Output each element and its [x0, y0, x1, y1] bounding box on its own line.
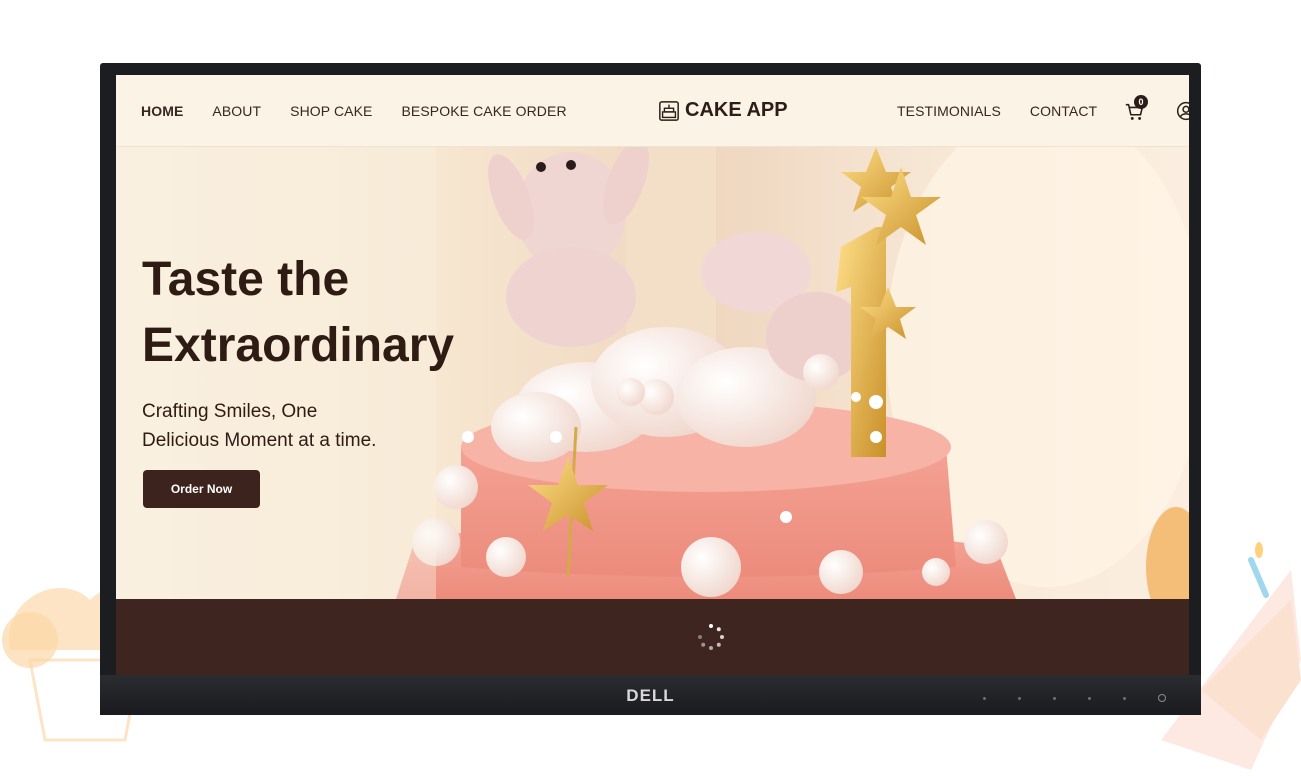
logo-text: CAKE APP	[685, 99, 788, 121]
browser-screen: HOME ABOUT SHOP CAKE BESPOKE CAKE ORDER …	[116, 75, 1189, 675]
hero-subtitle-line-1: Crafting Smiles, One	[142, 401, 318, 422]
nav-right-group: TESTIMONIALS CONTACT	[897, 103, 1097, 119]
nav-contact[interactable]: CONTACT	[1030, 103, 1097, 119]
monitor-button-dot	[983, 696, 986, 700]
nav-home[interactable]: HOME	[141, 103, 183, 119]
site-logo[interactable]: CAKE APP	[658, 99, 788, 122]
spinner-icon	[698, 624, 724, 650]
hero-title-line-2: Extraordinary	[142, 319, 455, 372]
monitor-bezel: DELL	[100, 675, 1201, 715]
monitor-button-dot	[1018, 696, 1021, 700]
monitor-button-dot	[1053, 696, 1056, 700]
loading-bar	[116, 599, 1189, 675]
top-navigation: HOME ABOUT SHOP CAKE BESPOKE CAKE ORDER …	[116, 75, 1189, 147]
nav-about[interactable]: ABOUT	[212, 103, 261, 119]
nav-testimonials[interactable]: TESTIMONIALS	[897, 103, 1001, 119]
monitor-frame: HOME ABOUT SHOP CAKE BESPOKE CAKE ORDER …	[100, 63, 1201, 715]
power-icon	[1158, 694, 1166, 702]
monitor-button-dot	[1123, 696, 1126, 700]
cake-icon	[659, 100, 679, 121]
hero-subtitle: Crafting Smiles, One Delicious Moment at…	[142, 397, 376, 455]
user-icon[interactable]	[1176, 101, 1189, 121]
hero-subtitle-line-2: Delicious Moment at a time.	[142, 430, 377, 451]
nav-shop-cake[interactable]: SHOP CAKE	[290, 103, 372, 119]
hero-section: Taste the Extraordinary Crafting Smiles,…	[116, 147, 1189, 599]
monitor-buttons	[983, 694, 1166, 702]
nav-bespoke-cake-order[interactable]: BESPOKE CAKE ORDER	[401, 103, 566, 119]
hero-title-line-1: Taste the	[142, 253, 350, 306]
hero-title: Taste the Extraordinary	[142, 247, 454, 379]
cart-count-badge: 0	[1134, 95, 1148, 109]
monitor-button-dot	[1088, 696, 1091, 700]
monitor-brand-logo: DELL	[626, 686, 675, 705]
order-now-button[interactable]: Order Now	[143, 470, 260, 508]
cart-button[interactable]: 0	[1124, 95, 1148, 123]
nav-left-group: HOME ABOUT SHOP CAKE BESPOKE CAKE ORDER	[141, 103, 567, 119]
